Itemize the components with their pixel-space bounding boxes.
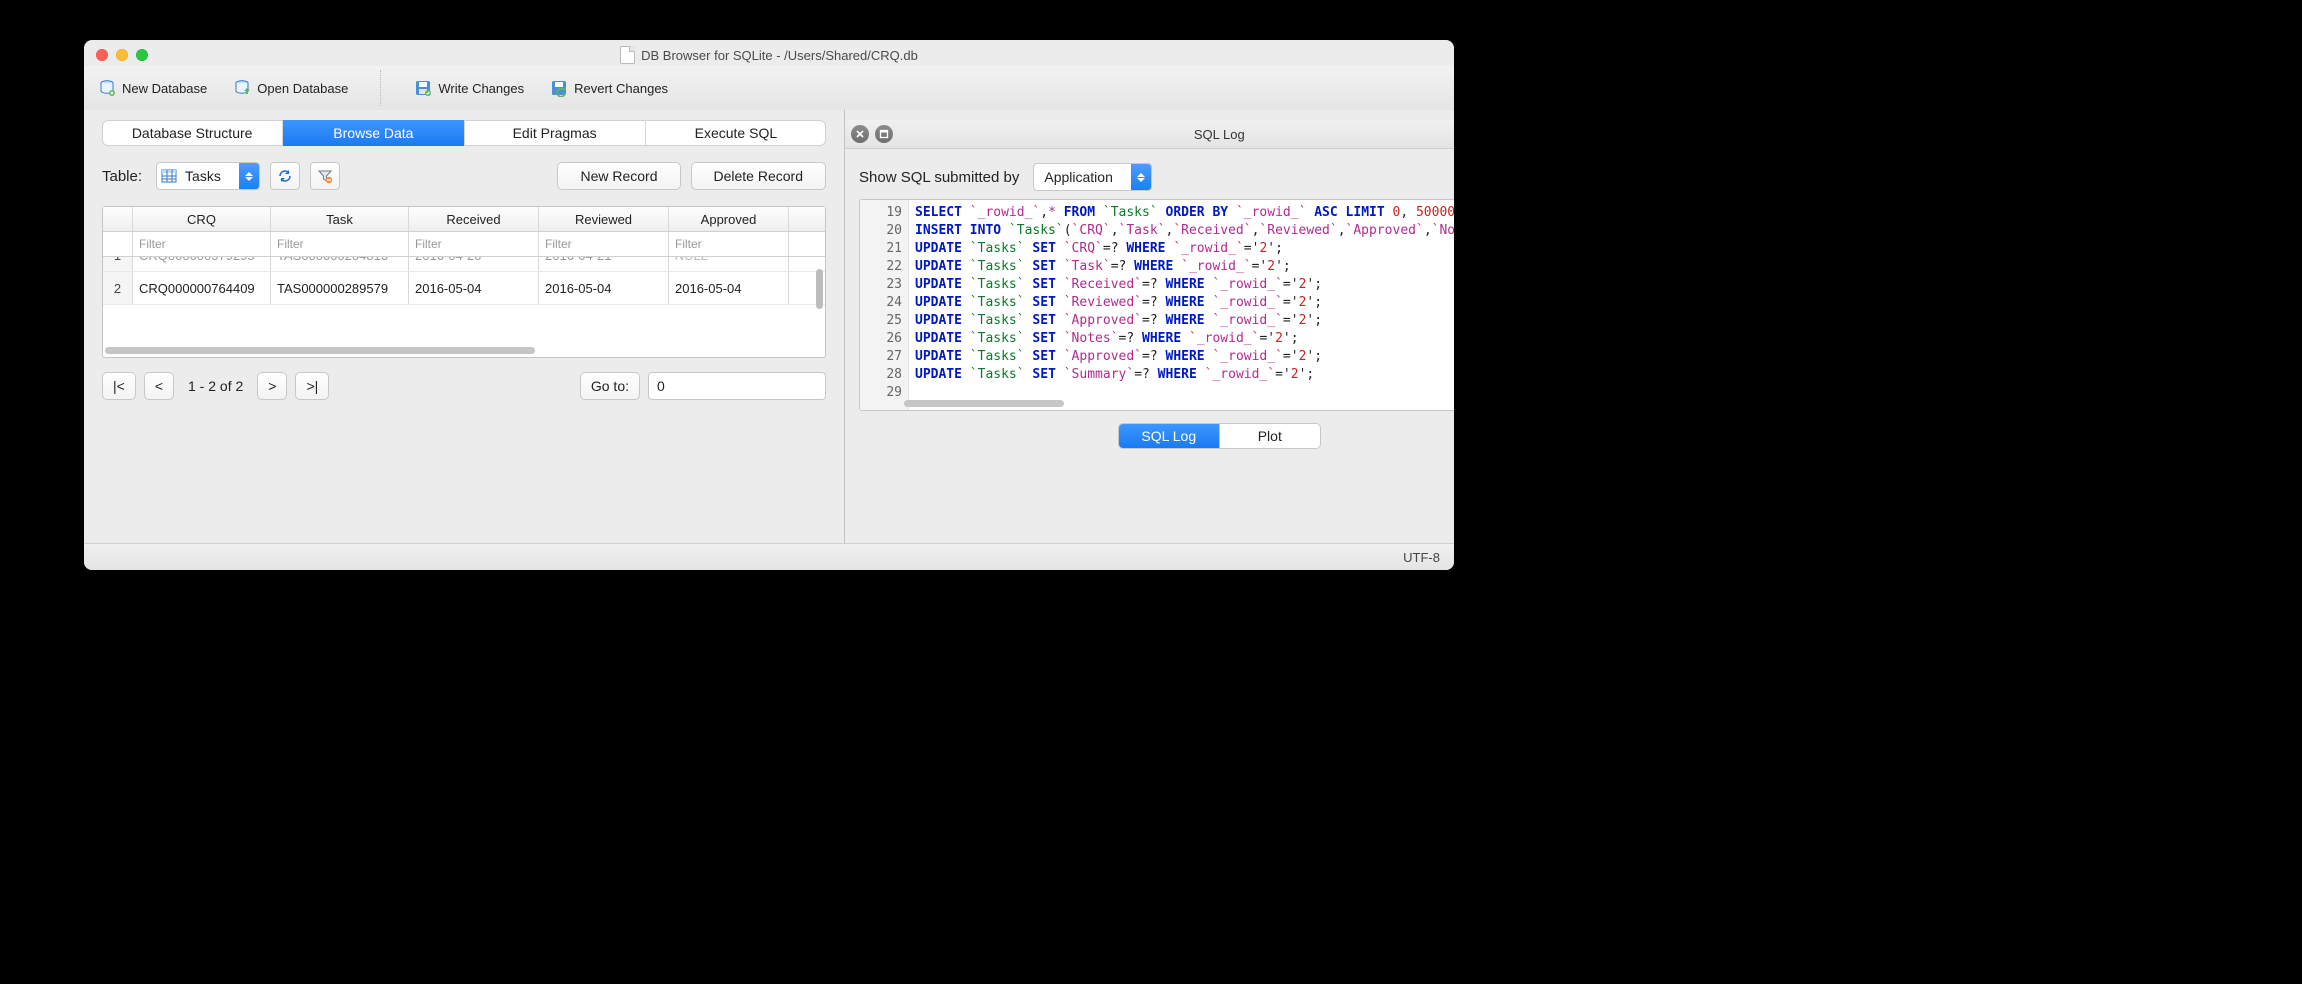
app-window: DB Browser for SQLite - /Users/Shared/CR… [84,40,1454,570]
row-number: 1 [103,257,133,271]
titlebar: DB Browser for SQLite - /Users/Shared/CR… [84,40,1454,66]
col-header-task[interactable]: Task [271,207,409,231]
filter-reviewed[interactable]: Filter [539,232,669,256]
cell[interactable]: TAS000000204813 [271,257,409,271]
right-pane: SQL Log Show SQL submitted by Applicatio… [845,110,1454,544]
pager-range: 1 - 2 of 2 [188,378,243,394]
status-bar: UTF-8 [84,543,1454,570]
toolbar-separator [380,70,382,106]
new-database-icon [98,79,116,97]
revert-icon [550,79,568,97]
rownum-header [103,207,133,231]
tab-sql-log[interactable]: SQL Log [1119,424,1220,448]
tab-database-structure[interactable]: Database Structure [102,120,283,146]
row-number: 2 [103,272,133,304]
filter-task[interactable]: Filter [271,232,409,256]
pager-last-button[interactable]: >| [295,372,329,400]
revert-changes-button[interactable]: Revert Changes [550,79,668,97]
table-icon [157,168,181,184]
sql-log-title: SQL Log [845,127,1454,142]
write-changes-label: Write Changes [438,81,524,96]
cell[interactable]: NULL [669,257,789,271]
tab-plot[interactable]: Plot [1220,424,1320,448]
line-gutter: 1920212223242526272829 [860,200,909,410]
chevron-updown-icon [1131,164,1151,190]
cell[interactable]: 2016-04-21 [539,257,669,271]
revert-changes-label: Revert Changes [574,81,668,96]
goto-input[interactable]: 0 [648,372,826,400]
table-row[interactable]: 1CRQ000000579295TAS0000002048132016-04-2… [103,257,825,272]
sql-source-select[interactable]: Application [1033,163,1152,191]
sql-log-text: SELECT `_rowid_`,* FROM `Tasks` ORDER BY… [909,200,1454,410]
main-tabs: Database Structure Browse Data Edit Prag… [102,120,826,146]
cell[interactable]: 2016-05-04 [539,272,669,304]
refresh-button[interactable] [270,162,300,190]
pager-prev-button[interactable]: < [144,372,174,400]
delete-record-button[interactable]: Delete Record [691,162,827,190]
clear-filters-button[interactable] [310,162,340,190]
table-select[interactable]: Tasks [156,162,260,190]
open-database-label: Open Database [257,81,348,96]
cell[interactable]: CRQ000000579295 [133,257,271,271]
table-horizontal-scrollbar[interactable] [105,345,811,355]
filter-received[interactable]: Filter [409,232,539,256]
col-header-reviewed[interactable]: Reviewed [539,207,669,231]
filter-crq[interactable]: Filter [133,232,271,256]
table-select-value: Tasks [181,168,239,184]
log-bottom-tabs: SQL Log Plot [1118,423,1321,449]
open-database-button[interactable]: Open Database [233,79,348,97]
col-header-approved[interactable]: Approved [669,207,789,231]
cell[interactable]: TAS000000289579 [271,272,409,304]
window-title-text: DB Browser for SQLite - /Users/Shared/CR… [641,48,918,63]
tab-execute-sql[interactable]: Execute SQL [646,120,826,146]
data-table: CRQ Task Received Reviewed Approved Filt… [102,206,826,358]
main-toolbar: New Database Open Database Write Changes [84,66,1454,111]
table-row[interactable]: 2CRQ000000764409TAS0000002895792016-05-0… [103,272,825,305]
cell[interactable]: CRQ000000764409 [133,272,271,304]
pager-first-button[interactable]: |< [102,372,136,400]
cell[interactable]: 2016-04-20 [409,257,539,271]
sql-source-value: Application [1034,169,1131,185]
new-database-label: New Database [122,81,207,96]
show-sql-label: Show SQL submitted by [859,169,1019,186]
document-icon [620,46,635,64]
save-icon [414,79,432,97]
window-title: DB Browser for SQLite - /Users/Shared/CR… [84,46,1454,64]
left-pane: Database Structure Browse Data Edit Prag… [84,110,845,544]
cell[interactable]: 2016-05-04 [669,272,789,304]
goto-label: Go to: [580,372,640,400]
sql-log-view[interactable]: 1920212223242526272829 SELECT `_rowid_`,… [859,199,1454,411]
tab-browse-data[interactable]: Browse Data [283,120,464,146]
sql-log-panel-header: SQL Log [845,120,1454,149]
table-vertical-scrollbar[interactable] [815,259,823,337]
table-label: Table: [102,168,142,185]
tab-edit-pragmas[interactable]: Edit Pragmas [465,120,646,146]
new-database-button[interactable]: New Database [98,79,207,97]
chevron-updown-icon [239,163,259,189]
open-database-icon [233,79,251,97]
write-changes-button[interactable]: Write Changes [414,79,524,97]
filter-approved[interactable]: Filter [669,232,789,256]
cell[interactable]: 2016-05-04 [409,272,539,304]
pager-next-button[interactable]: > [257,372,287,400]
log-horizontal-scrollbar[interactable] [904,398,1454,408]
col-header-received[interactable]: Received [409,207,539,231]
col-header-crq[interactable]: CRQ [133,207,271,231]
encoding-label: UTF-8 [1403,550,1440,565]
new-record-button[interactable]: New Record [557,162,680,190]
